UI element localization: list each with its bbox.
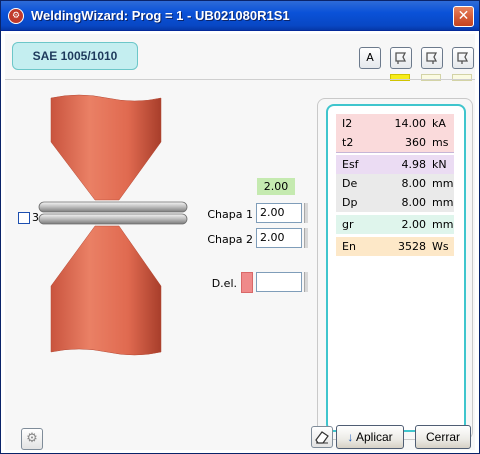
parameters-frame: I2 14.00 kA t2 360 ms Esf 4.98 kN De 8.0… bbox=[326, 104, 466, 432]
param-value: 8.00 bbox=[401, 177, 427, 190]
flag-2-icon bbox=[426, 52, 438, 64]
param-row-gr: gr 2.00 mm bbox=[336, 215, 454, 234]
param-row-t2: t2 360 ms bbox=[336, 133, 454, 152]
chapa1-spinner[interactable] bbox=[304, 203, 308, 223]
param-row-dp: Dp 8.00 mm bbox=[336, 193, 454, 212]
del-label: D.el. bbox=[211, 277, 237, 290]
flag-2-button[interactable] bbox=[421, 47, 443, 69]
auto-mode-button[interactable]: A bbox=[359, 47, 381, 69]
param-row-en: En 3528 Ws bbox=[336, 237, 454, 256]
param-name: t2 bbox=[342, 136, 354, 149]
apply-label: Aplicar bbox=[355, 430, 393, 444]
param-unit: ms bbox=[432, 136, 449, 149]
close-label: Cerrar bbox=[425, 430, 460, 444]
welding-wizard-window: ⚙ WeldingWizard: Prog = 1 - UB021080R1S1… bbox=[0, 0, 480, 454]
apply-button[interactable]: ↓ Aplicar bbox=[336, 425, 404, 449]
header-divider bbox=[5, 79, 475, 80]
layers-count: 3 bbox=[32, 211, 39, 224]
chapa2-input[interactable]: 2.00 bbox=[256, 228, 302, 248]
param-name: gr bbox=[342, 218, 354, 231]
param-unit: kN bbox=[432, 158, 447, 171]
chapa1-input[interactable]: 2.00 bbox=[256, 203, 302, 223]
param-value: 3528 bbox=[398, 240, 426, 253]
chapa2-label: Chapa 2 bbox=[207, 233, 253, 246]
param-value: 2.00 bbox=[401, 218, 427, 231]
param-row-esf: Esf 4.98 kN bbox=[336, 155, 454, 174]
close-button[interactable]: Cerrar bbox=[415, 425, 471, 449]
parameters-panel: I2 14.00 kA t2 360 ms Esf 4.98 kN De 8.0… bbox=[317, 98, 473, 440]
flag-1-button[interactable] bbox=[390, 47, 412, 69]
param-name: Dp bbox=[342, 196, 358, 209]
parameters-table: I2 14.00 kA t2 360 ms Esf 4.98 kN De 8.0… bbox=[336, 114, 454, 256]
param-unit: mm bbox=[432, 218, 454, 231]
param-value: 4.98 bbox=[401, 158, 427, 171]
layers-checkbox[interactable] bbox=[18, 212, 30, 224]
param-row-i2: I2 14.00 kA bbox=[336, 114, 454, 133]
material-selector[interactable]: SAE 1005/1010 bbox=[12, 42, 138, 70]
param-value: 360 bbox=[405, 136, 426, 149]
sheet-2 bbox=[38, 213, 188, 225]
title-bar[interactable]: ⚙ WeldingWizard: Prog = 1 - UB021080R1S1… bbox=[1, 1, 479, 31]
eraser-icon bbox=[315, 431, 329, 444]
param-row-de: De 8.00 mm bbox=[336, 174, 454, 193]
del-spinner[interactable] bbox=[304, 272, 308, 292]
auto-mode-label: A bbox=[366, 51, 374, 64]
del-color-swatch bbox=[241, 272, 253, 293]
dialog-body: SAE 1005/1010 A 3 2.00 Chapa 1 2.00 Chap… bbox=[5, 34, 475, 450]
param-name: Esf bbox=[342, 158, 359, 171]
electrode-illustration bbox=[38, 94, 188, 356]
param-name: I2 bbox=[342, 117, 353, 130]
flag-1-icon bbox=[395, 52, 407, 64]
param-unit: mm bbox=[432, 196, 454, 209]
param-unit: kA bbox=[432, 117, 446, 130]
close-icon[interactable]: ✕ bbox=[453, 6, 474, 27]
del-input[interactable] bbox=[256, 272, 302, 292]
chapa1-label: Chapa 1 bbox=[207, 208, 253, 221]
sheet-1 bbox=[38, 201, 188, 213]
upper-electrode bbox=[50, 94, 162, 201]
chapa2-spinner[interactable] bbox=[304, 228, 308, 248]
param-unit: mm bbox=[432, 177, 454, 190]
settings-button[interactable]: ⚙ bbox=[21, 428, 43, 450]
param-value: 8.00 bbox=[401, 196, 427, 209]
param-value: 14.00 bbox=[394, 117, 427, 130]
welding-icon[interactable]: ⚙ bbox=[8, 8, 24, 24]
total-thickness: 2.00 bbox=[257, 178, 295, 195]
flag-3-button[interactable] bbox=[452, 47, 474, 69]
flag-3-icon bbox=[457, 52, 469, 64]
param-unit: Ws bbox=[432, 240, 449, 253]
param-name: En bbox=[342, 240, 356, 253]
gear-icon: ⚙ bbox=[26, 431, 38, 446]
window-title: WeldingWizard: Prog = 1 - UB021080R1S1 bbox=[31, 8, 290, 23]
param-name: De bbox=[342, 177, 358, 190]
lower-electrode bbox=[50, 225, 162, 356]
arrow-down-icon: ↓ bbox=[347, 430, 354, 444]
clear-button[interactable] bbox=[311, 426, 333, 448]
